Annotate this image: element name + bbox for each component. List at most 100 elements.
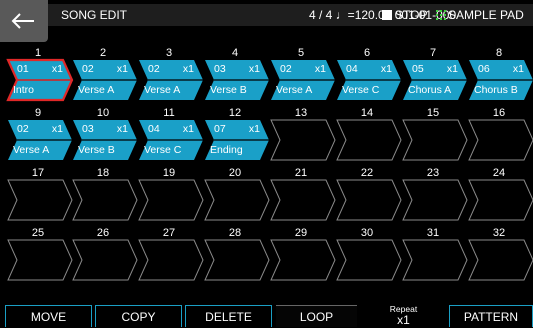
- repeat-control[interactable]: Repeat x1: [365, 305, 442, 327]
- step-shape: [7, 179, 73, 221]
- delete-button[interactable]: DELETE: [185, 305, 272, 327]
- step-number: 21: [294, 167, 308, 179]
- step-shape: [468, 119, 533, 161]
- step-shape: [204, 179, 270, 221]
- song-step[interactable]: 31: [402, 227, 469, 282]
- pattern-button[interactable]: PATTERN: [449, 305, 533, 327]
- song-step[interactable]: 8 06 x1 Chorus B: [469, 47, 533, 102]
- song-step[interactable]: 3 02 x1 Verse A: [139, 47, 205, 102]
- song-step[interactable]: 22: [336, 167, 403, 222]
- step-number: 31: [426, 227, 440, 239]
- step-number: 29: [294, 227, 308, 239]
- step-number: 12: [228, 107, 242, 119]
- step-number: 16: [492, 107, 506, 119]
- step-repeat: x1: [51, 63, 63, 75]
- step-number: 4: [231, 47, 239, 59]
- song-step[interactable]: 32: [468, 227, 533, 282]
- copy-button[interactable]: COPY: [95, 305, 182, 327]
- song-step[interactable]: 25: [7, 227, 74, 282]
- song-step[interactable]: 19: [138, 167, 205, 222]
- step-shape: [138, 179, 204, 221]
- step-pattern-name: Verse A: [276, 84, 313, 96]
- step-pattern-name: Verse B: [78, 144, 115, 156]
- song-step[interactable]: 20: [204, 167, 271, 222]
- step-pattern-name: Ending: [210, 144, 243, 156]
- song-step[interactable]: 14: [336, 107, 403, 162]
- song-step[interactable]: 13: [270, 107, 337, 162]
- repeat-value: x1: [397, 313, 410, 327]
- song-step[interactable]: 17: [7, 167, 74, 222]
- step-number: 14: [360, 107, 374, 119]
- step-number: 7: [429, 47, 437, 59]
- step-repeat: x1: [116, 123, 128, 135]
- step-repeat: x1: [51, 123, 63, 135]
- step-shape: [72, 179, 138, 221]
- step-shape: [138, 239, 204, 281]
- step-shape: [270, 119, 336, 161]
- step-number: 28: [228, 227, 242, 239]
- song-step[interactable]: 12 07 x1 Ending: [205, 107, 271, 162]
- step-pattern-number: 01: [17, 63, 29, 75]
- step-shape: [72, 239, 138, 281]
- step-pattern-name: Intro: [13, 84, 35, 96]
- step-pattern-name: Verse A: [13, 144, 50, 156]
- song-step[interactable]: 9 02 x1 Verse A: [8, 107, 74, 162]
- step-repeat: x1: [248, 63, 260, 75]
- move-button[interactable]: MOVE: [5, 305, 92, 327]
- step-number: 3: [165, 47, 173, 59]
- step-shape: [402, 179, 468, 221]
- step-pattern-name: Verse B: [210, 84, 247, 96]
- step-number: 15: [426, 107, 440, 119]
- step-pattern-number: 02: [17, 123, 29, 135]
- step-shape: [270, 179, 336, 221]
- step-pattern-number: 03: [82, 123, 94, 135]
- step-pattern-name: Verse C: [342, 84, 380, 96]
- step-number: 9: [34, 107, 42, 119]
- step-shape: [7, 239, 73, 281]
- song-step[interactable]: 1 01 x1 Intro: [6, 47, 74, 102]
- song-step[interactable]: 10 03 x1 Verse B: [73, 107, 139, 162]
- song-step[interactable]: 15: [402, 107, 469, 162]
- song-step[interactable]: 28: [204, 227, 271, 282]
- step-pattern-name: Verse A: [144, 84, 181, 96]
- song-step[interactable]: 2 02 x1 Verse A: [73, 47, 139, 102]
- song-step[interactable]: 23: [402, 167, 469, 222]
- step-number: 23: [426, 167, 440, 179]
- step-pattern-name: Chorus B: [474, 84, 518, 96]
- song-step[interactable]: 7 05 x1 Chorus A: [403, 47, 469, 102]
- step-pattern-name: Verse A: [78, 84, 115, 96]
- song-step[interactable]: 16: [468, 107, 533, 162]
- song-step[interactable]: 29: [270, 227, 337, 282]
- loop-button[interactable]: LOOP: [276, 305, 357, 327]
- song-step[interactable]: 6 04 x1 Verse C: [337, 47, 403, 102]
- step-number: 10: [96, 107, 110, 119]
- step-shape: [336, 239, 402, 281]
- step-shape: [402, 239, 468, 281]
- song-step[interactable]: 24: [468, 167, 533, 222]
- song-step[interactable]: 21: [270, 167, 337, 222]
- step-repeat: x1: [512, 63, 524, 75]
- song-step[interactable]: 18: [72, 167, 139, 222]
- step-repeat: x1: [248, 123, 260, 135]
- song-step[interactable]: 5 02 x1 Verse A: [271, 47, 337, 102]
- step-shape: [468, 239, 533, 281]
- song-step[interactable]: 30: [336, 227, 403, 282]
- song-step[interactable]: 26: [72, 227, 139, 282]
- song-step[interactable]: 4 03 x1 Verse B: [205, 47, 271, 102]
- step-pattern-number: 07: [214, 123, 226, 135]
- song-step[interactable]: 27: [138, 227, 205, 282]
- step-repeat: x1: [116, 63, 128, 75]
- step-shape: [336, 119, 402, 161]
- step-repeat: x1: [182, 63, 194, 75]
- step-number: 26: [96, 227, 110, 239]
- step-number: 8: [495, 47, 503, 59]
- step-number: 19: [162, 167, 176, 179]
- step-number: 5: [297, 47, 305, 59]
- step-pattern-number: 02: [82, 63, 94, 75]
- step-number: 17: [31, 167, 45, 179]
- step-number: 1: [34, 47, 42, 59]
- step-shape: [468, 179, 533, 221]
- step-number: 18: [96, 167, 110, 179]
- step-pattern-number: 03: [214, 63, 226, 75]
- song-step[interactable]: 11 04 x1 Verse C: [139, 107, 205, 162]
